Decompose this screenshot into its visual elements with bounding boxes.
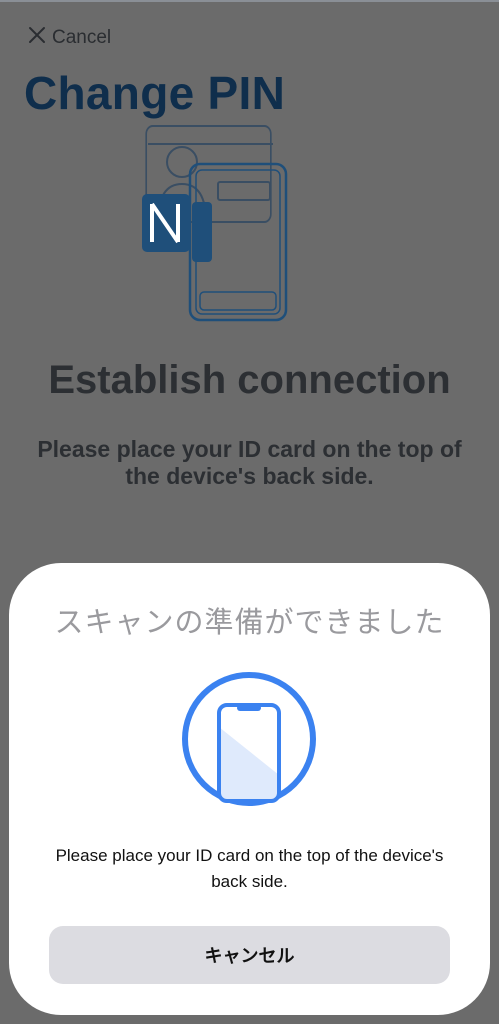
section-heading: Establish connection (48, 358, 451, 402)
sheet-title: スキャンの準備ができました (54, 607, 445, 639)
nfc-scan-sheet: スキャンの準備ができました Please place your ID card … (9, 563, 490, 1015)
sheet-message: Please place your ID card on the top of … (55, 846, 444, 891)
page-title: Change PIN (24, 67, 286, 119)
cancel-label: Cancel (52, 27, 112, 48)
sheet-cancel-button[interactable]: キャンセル (49, 926, 450, 984)
cancel-link[interactable]: Cancel (28, 24, 111, 52)
status-divider (0, 0, 499, 2)
close-icon (28, 26, 46, 50)
phone-scan-icon (182, 672, 316, 806)
section-description: Please place your ID card on the top of … (37, 436, 462, 489)
id-card-nfc-illustration (142, 125, 288, 322)
